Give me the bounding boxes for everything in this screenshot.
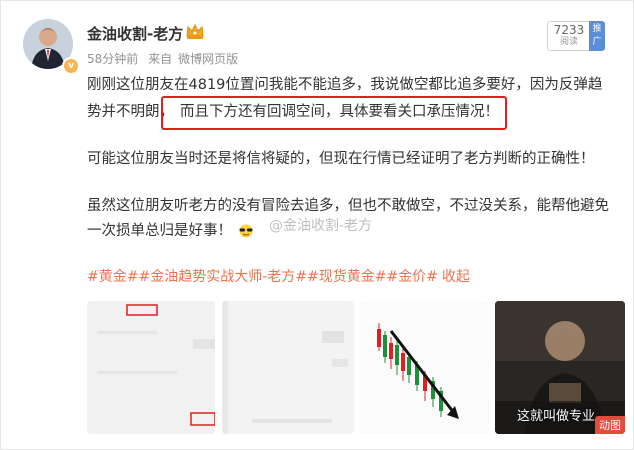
image-thumbnail-2[interactable] [222, 301, 354, 434]
source-prefix: 来自 [148, 52, 173, 66]
author-name[interactable]: 金油收割-老方 [87, 23, 183, 44]
watermark-text: @金油收割-老方 [269, 218, 373, 234]
promote-button[interactable]: 推广 [589, 21, 605, 51]
gif-subtitle: 这就叫做专业 [517, 409, 596, 424]
read-label: 阅读 [559, 37, 578, 47]
red-highlight-box [161, 96, 507, 130]
crown-badge-icon [186, 23, 204, 39]
image-thumbnail-1[interactable] [87, 301, 215, 434]
verified-icon: v [62, 57, 80, 75]
post-time[interactable]: 58分钟前 [87, 52, 138, 66]
post-text-line: 可能这位朋友当时还是将信将疑的，但现在行情已经证明了老方判断的正确性！ [87, 151, 595, 167]
post-text-line: 一次损单总归是好事！ [87, 219, 255, 244]
image-thumbnail-chart[interactable] [359, 301, 489, 434]
weibo-post-card: v 金油收割-老方 58分钟前 来自 微博网页版 7233 阅读 推广 刚刚这位朋… [0, 0, 634, 450]
read-count-box: 7233 阅读 [547, 21, 591, 51]
post-meta: 58分钟前 来自 微博网页版 [87, 50, 244, 67]
hashtags: #黄金##金油趋势实战大师-老方##现货黄金##金价# 收起 [87, 266, 470, 286]
post-source: 微博网页版 [178, 52, 239, 66]
gif-thumbnail[interactable]: 这就叫做专业 动图 [495, 301, 625, 434]
gif-badge: 动图 [595, 416, 625, 434]
collapse-link[interactable]: 收起 [442, 269, 470, 285]
post-text-line: 刚刚这位朋友在4819位置问我能不能追多，我说做空都比追多要好，因为反弹趋 [87, 77, 603, 93]
cool-emoji-icon [239, 224, 253, 238]
hashtag-links[interactable]: #黄金##金油趋势实战大师-老方##现货黄金##金价# [87, 269, 438, 285]
post-text-segment: 一次损单总归是好事！ [87, 223, 232, 239]
read-count: 7233 [553, 23, 585, 37]
